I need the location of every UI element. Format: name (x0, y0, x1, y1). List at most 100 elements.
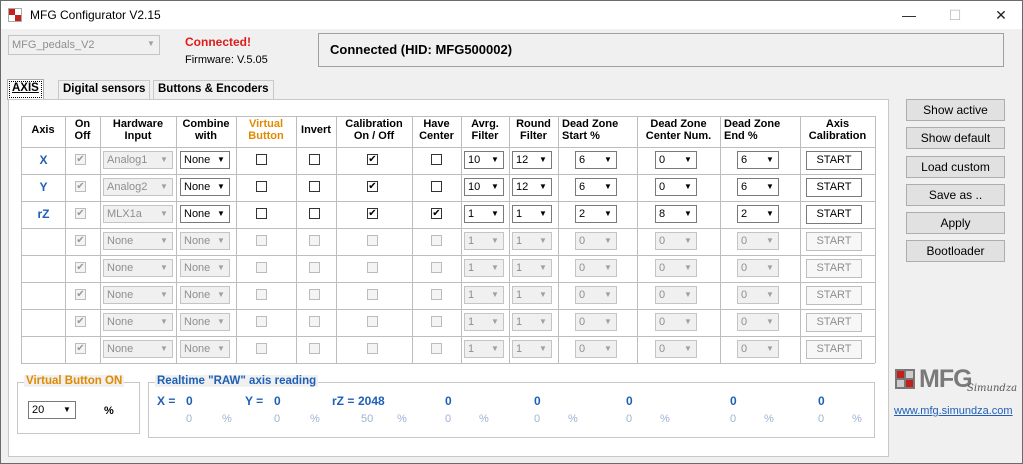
tab-axis[interactable]: AXIS (7, 79, 44, 100)
calibration-checkbox[interactable]: ✔ (367, 154, 378, 165)
apply-button[interactable]: Apply (906, 212, 1005, 234)
axis-enabled-checkbox[interactable]: ✔ (75, 316, 86, 327)
calibration-checkbox[interactable]: ✔ (367, 208, 378, 219)
show-active-button[interactable]: Show active (906, 99, 1005, 121)
calibration-checkbox[interactable] (367, 262, 378, 273)
virtual-button-checkbox[interactable] (256, 343, 267, 354)
website-link[interactable]: www.mfg.simundza.com (894, 405, 1013, 417)
dead-zone-center-select[interactable]: 0 ▼ (655, 340, 697, 358)
dead-zone-end-select[interactable]: 0 ▼ (737, 313, 779, 331)
round-filter-select[interactable]: 1 ▼ (512, 259, 552, 277)
start-calibration-button[interactable]: START (806, 259, 862, 278)
virtual-button-checkbox[interactable] (256, 262, 267, 273)
start-calibration-button[interactable]: START (806, 151, 862, 170)
have-center-checkbox[interactable] (431, 154, 442, 165)
invert-checkbox[interactable] (309, 262, 320, 273)
average-filter-select[interactable]: 10 ▼ (464, 151, 504, 169)
hardware-input-select[interactable]: None ▼ (103, 259, 173, 277)
hardware-input-select[interactable]: None ▼ (103, 340, 173, 358)
axis-enabled-checkbox[interactable]: ✔ (75, 181, 86, 192)
dead-zone-start-select[interactable]: 6 ▼ (575, 178, 617, 196)
dead-zone-end-select[interactable]: 0 ▼ (737, 259, 779, 277)
have-center-checkbox[interactable] (431, 289, 442, 300)
virtual-button-checkbox[interactable] (256, 316, 267, 327)
hardware-input-select[interactable]: Analog1 ▼ (103, 151, 173, 169)
invert-checkbox[interactable] (309, 154, 320, 165)
combine-with-select[interactable]: None ▼ (180, 178, 230, 196)
combine-with-select[interactable]: None ▼ (180, 151, 230, 169)
axis-enabled-checkbox[interactable]: ✔ (75, 262, 86, 273)
dead-zone-start-select[interactable]: 0 ▼ (575, 340, 617, 358)
axis-enabled-checkbox[interactable]: ✔ (75, 235, 86, 246)
show-default-button[interactable]: Show default (906, 127, 1005, 149)
calibration-checkbox[interactable] (367, 343, 378, 354)
invert-checkbox[interactable] (309, 181, 320, 192)
axis-enabled-checkbox[interactable]: ✔ (75, 154, 86, 165)
combine-with-select[interactable]: None ▼ (180, 340, 230, 358)
dead-zone-end-select[interactable]: 6 ▼ (737, 178, 779, 196)
virtual-button-checkbox[interactable] (256, 181, 267, 192)
dead-zone-center-select[interactable]: 0 ▼ (655, 178, 697, 196)
calibration-checkbox[interactable] (367, 235, 378, 246)
average-filter-select[interactable]: 1 ▼ (464, 205, 504, 223)
dead-zone-start-select[interactable]: 0 ▼ (575, 313, 617, 331)
bootloader-button[interactable]: Bootloader (906, 240, 1005, 262)
dead-zone-end-select[interactable]: 6 ▼ (737, 151, 779, 169)
start-calibration-button[interactable]: START (806, 232, 862, 251)
round-filter-select[interactable]: 1 ▼ (512, 286, 552, 304)
dead-zone-end-select[interactable]: 0 ▼ (737, 232, 779, 250)
hardware-input-select[interactable]: MLX1a ▼ (103, 205, 173, 223)
average-filter-select[interactable]: 1 ▼ (464, 232, 504, 250)
average-filter-select[interactable]: 1 ▼ (464, 259, 504, 277)
start-calibration-button[interactable]: START (806, 286, 862, 305)
invert-checkbox[interactable] (309, 208, 320, 219)
invert-checkbox[interactable] (309, 343, 320, 354)
dead-zone-end-select[interactable]: 0 ▼ (737, 340, 779, 358)
average-filter-select[interactable]: 1 ▼ (464, 313, 504, 331)
maximize-button[interactable]: ☐ (932, 1, 978, 29)
have-center-checkbox[interactable] (431, 181, 442, 192)
axis-enabled-checkbox[interactable]: ✔ (75, 289, 86, 300)
have-center-checkbox[interactable]: ✔ (431, 208, 442, 219)
virtual-button-checkbox[interactable] (256, 154, 267, 165)
calibration-checkbox[interactable]: ✔ (367, 181, 378, 192)
dead-zone-start-select[interactable]: 0 ▼ (575, 286, 617, 304)
virtual-button-checkbox[interactable] (256, 235, 267, 246)
round-filter-select[interactable]: 1 ▼ (512, 205, 552, 223)
hardware-input-select[interactable]: None ▼ (103, 232, 173, 250)
dead-zone-center-select[interactable]: 0 ▼ (655, 286, 697, 304)
combine-with-select[interactable]: None ▼ (180, 205, 230, 223)
combine-with-select[interactable]: None ▼ (180, 313, 230, 331)
tab-digital-sensors[interactable]: Digital sensors (58, 80, 151, 99)
dead-zone-start-select[interactable]: 0 ▼ (575, 259, 617, 277)
dead-zone-center-select[interactable]: 0 ▼ (655, 151, 697, 169)
load-custom-button[interactable]: Load custom (906, 156, 1005, 178)
have-center-checkbox[interactable] (431, 343, 442, 354)
tab-buttons-encoders[interactable]: Buttons & Encoders (153, 80, 274, 99)
dead-zone-center-select[interactable]: 0 ▼ (655, 313, 697, 331)
dead-zone-center-select[interactable]: 0 ▼ (655, 232, 697, 250)
axis-enabled-checkbox[interactable]: ✔ (75, 208, 86, 219)
dead-zone-start-select[interactable]: 0 ▼ (575, 232, 617, 250)
axis-enabled-checkbox[interactable]: ✔ (75, 343, 86, 354)
hardware-input-select[interactable]: Analog2 ▼ (103, 178, 173, 196)
minimize-button[interactable]: — (886, 1, 932, 29)
have-center-checkbox[interactable] (431, 262, 442, 273)
start-calibration-button[interactable]: START (806, 205, 862, 224)
calibration-checkbox[interactable] (367, 316, 378, 327)
average-filter-select[interactable]: 10 ▼ (464, 178, 504, 196)
average-filter-select[interactable]: 1 ▼ (464, 286, 504, 304)
dead-zone-start-select[interactable]: 2 ▼ (575, 205, 617, 223)
hardware-input-select[interactable]: None ▼ (103, 313, 173, 331)
have-center-checkbox[interactable] (431, 235, 442, 246)
dead-zone-end-select[interactable]: 0 ▼ (737, 286, 779, 304)
start-calibration-button[interactable]: START (806, 178, 862, 197)
dead-zone-center-select[interactable]: 0 ▼ (655, 259, 697, 277)
virtual-button-checkbox[interactable] (256, 289, 267, 300)
round-filter-select[interactable]: 1 ▼ (512, 340, 552, 358)
combine-with-select[interactable]: None ▼ (180, 232, 230, 250)
start-calibration-button[interactable]: START (806, 340, 862, 359)
hardware-input-select[interactable]: None ▼ (103, 286, 173, 304)
virtual-button-checkbox[interactable] (256, 208, 267, 219)
close-button[interactable]: ✕ (978, 1, 1023, 29)
